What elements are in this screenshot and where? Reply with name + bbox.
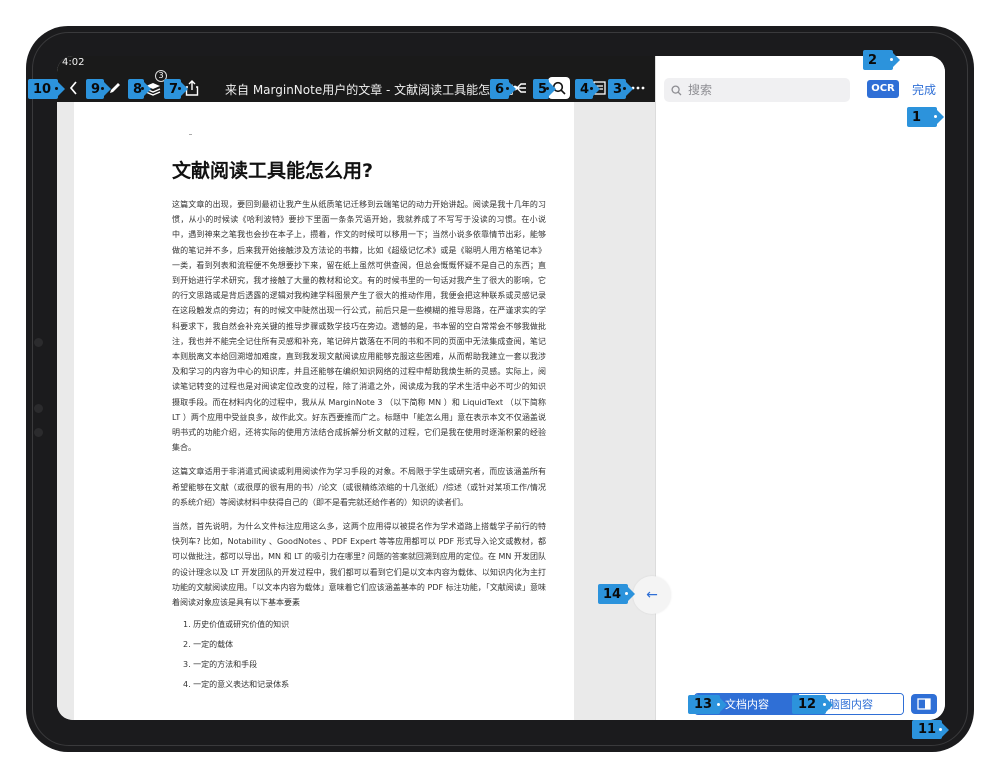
callout-10: 10 xyxy=(28,79,65,99)
list-item: 1. 历史价值或研究价值的知识 xyxy=(183,620,290,630)
callout-13: 13 xyxy=(688,695,727,714)
status-time: 4:02 xyxy=(62,57,85,68)
callout-5: 5 xyxy=(533,79,556,99)
paragraph: 当然，首先说明，为什么文件标注应用这么多，这两个应用得以被提名作为学术道路上搭载… xyxy=(172,522,546,608)
side-button xyxy=(34,428,43,437)
list-item: 2. 一定的载体 xyxy=(183,640,234,650)
callout-4: 4 xyxy=(575,79,600,99)
search-input[interactable] xyxy=(688,83,838,97)
callout-11: 11 xyxy=(912,720,949,739)
callout-8: 8 xyxy=(128,79,151,99)
side-button xyxy=(34,404,43,413)
document-viewer[interactable]: 文献阅读工具能怎么用? 这篇文章的出现，要回到最初让我产生从纸质笔记迁移到云端笔… xyxy=(57,102,655,720)
back-icon[interactable] xyxy=(65,78,81,98)
callout-14: 14 xyxy=(598,584,635,604)
callout-12: 12 xyxy=(792,695,833,714)
paragraph: 这篇文章适用于非消遣式阅读或利用阅读作为学习手段的对象。不局限于学生或研究者，而… xyxy=(172,467,546,507)
panel-layout-button[interactable] xyxy=(911,694,937,714)
arrow-left-icon: ← xyxy=(646,587,658,603)
side-button xyxy=(34,338,43,347)
callout-9: 9 xyxy=(86,79,111,99)
search-panel: OCR 完成 文档内容 脑图内容 xyxy=(655,56,945,720)
article-heading: 文献阅读工具能怎么用? xyxy=(172,160,374,182)
callout-3: 3 xyxy=(608,79,633,99)
sidebar-icon xyxy=(917,698,931,710)
callout-1: 1 xyxy=(907,107,944,127)
ocr-button[interactable]: OCR xyxy=(867,80,899,98)
callout-7: 7 xyxy=(164,79,188,99)
page-mark xyxy=(189,134,192,135)
list-item: 4. 一定的意义表达和记录体系 xyxy=(183,680,290,690)
search-field[interactable] xyxy=(664,78,850,102)
list-item: 3. 一定的方法和手段 xyxy=(183,660,258,670)
done-button[interactable]: 完成 xyxy=(912,81,936,98)
search-icon xyxy=(671,84,682,95)
callout-6: 6 xyxy=(490,79,516,99)
callout-2: 2 xyxy=(863,50,900,70)
numbered-list: 1. 历史价值或研究价值的知识 2. 一定的载体 3. 一定的方法和手段 4. … xyxy=(172,619,546,699)
paragraph: 这篇文章的出现，要回到最初让我产生从纸质笔记迁移到云端笔记的动力开始讲起。阅读是… xyxy=(172,200,546,453)
collapse-panel-button[interactable]: ← xyxy=(633,576,671,614)
document-page[interactable]: 文献阅读工具能怎么用? 这篇文章的出现，要回到最初让我产生从纸质笔记迁移到云端笔… xyxy=(74,102,574,720)
screen: 4:02 3 来自 MarginNote用户的文章 - 文献阅读工具能怎么用 文… xyxy=(57,56,945,720)
